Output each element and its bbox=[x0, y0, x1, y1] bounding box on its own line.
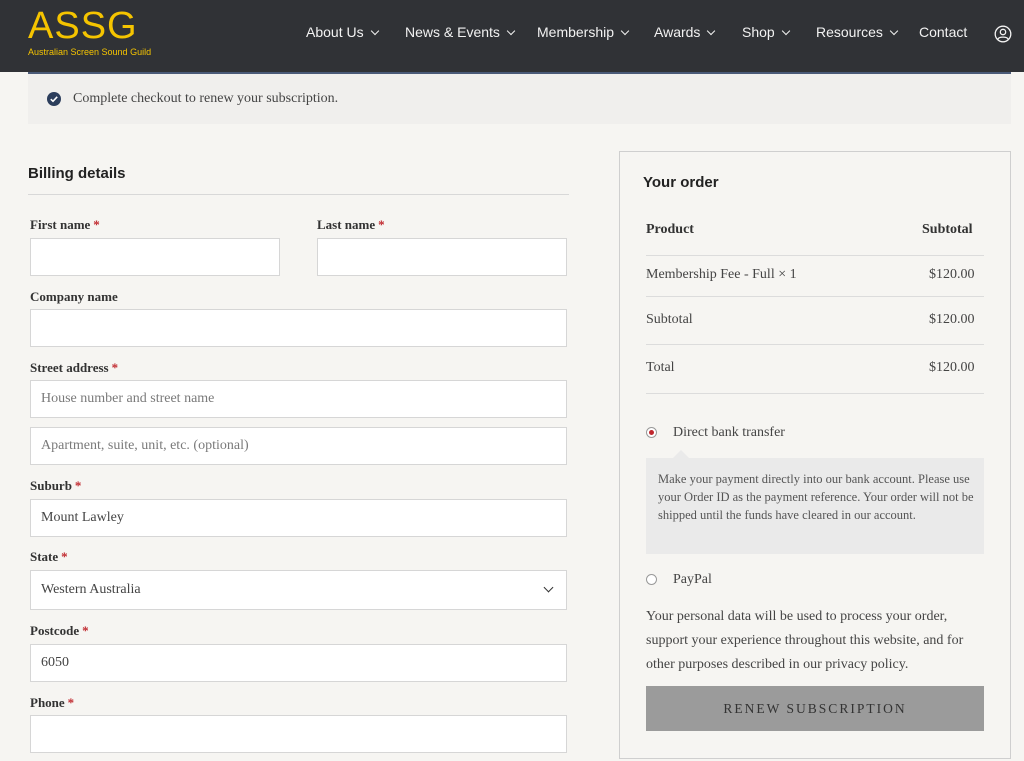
nav-item-about-us[interactable]: About Us bbox=[306, 24, 379, 40]
privacy-notice: Your personal data will be used to proce… bbox=[646, 605, 984, 677]
order-divider bbox=[646, 393, 984, 394]
chevron-down-icon bbox=[707, 26, 716, 36]
last-name-field[interactable] bbox=[317, 238, 567, 276]
order-item-price: $120.00 bbox=[929, 267, 975, 282]
order-title: Your order bbox=[643, 174, 719, 191]
state-label: State * bbox=[30, 549, 68, 565]
postcode-label: Postcode * bbox=[30, 623, 89, 639]
label-text: Street address bbox=[30, 360, 109, 375]
paypal-radio[interactable] bbox=[646, 574, 657, 585]
notice-text: Complete checkout to renew your subscrip… bbox=[73, 91, 339, 106]
label-text: Suburb bbox=[30, 478, 72, 493]
site-header: ASSG Australian Screen Sound Guild About… bbox=[0, 0, 1024, 72]
total-label: Total bbox=[646, 360, 675, 375]
bank-transfer-label[interactable]: Direct bank transfer bbox=[673, 425, 785, 441]
chevron-down-icon bbox=[620, 26, 630, 36]
company-name-label: Company name bbox=[30, 289, 118, 304]
label-text: Postcode bbox=[30, 623, 80, 638]
product-header: Product bbox=[646, 222, 694, 237]
site-logo[interactable]: ASSG Australian Screen Sound Guild bbox=[28, 6, 151, 57]
nav-label: Shop bbox=[742, 24, 775, 40]
phone-field[interactable] bbox=[30, 715, 567, 753]
nav-item-membership[interactable]: Membership bbox=[537, 24, 630, 40]
state-value: Western Australia bbox=[41, 582, 141, 597]
company-name-field[interactable] bbox=[30, 309, 567, 347]
logo-tagline: Australian Screen Sound Guild bbox=[28, 47, 152, 57]
nav-label: About Us bbox=[306, 24, 364, 40]
suburb-label: Suburb * bbox=[30, 478, 81, 494]
required-marker: * bbox=[82, 623, 89, 638]
bank-transfer-description: Make your payment directly into our bank… bbox=[646, 458, 984, 554]
nav-item-news-events[interactable]: News & Events bbox=[405, 24, 516, 40]
chevron-down-icon bbox=[506, 26, 516, 36]
check-circle-icon bbox=[47, 92, 61, 106]
street-placeholder: House number and street name bbox=[41, 391, 215, 406]
nav-item-shop[interactable]: Shop bbox=[742, 24, 790, 40]
order-divider bbox=[646, 255, 984, 256]
required-marker: * bbox=[378, 217, 385, 232]
required-marker: * bbox=[67, 695, 75, 710]
subtotal-value: $120.00 bbox=[929, 312, 975, 327]
privacy-text: Your personal data will be used to proce… bbox=[646, 609, 964, 672]
bank-transfer-radio[interactable] bbox=[646, 427, 657, 438]
first-name-field[interactable] bbox=[30, 238, 280, 276]
state-select[interactable]: Western Australia bbox=[30, 570, 567, 610]
order-item-name: Membership Fee - Full × 1 bbox=[646, 267, 797, 282]
total-value: $120.00 bbox=[929, 360, 975, 375]
bank-box-pointer bbox=[673, 450, 689, 458]
subtotal-label: Subtotal bbox=[646, 312, 693, 327]
required-marker: * bbox=[111, 360, 119, 375]
subtotal-header: Subtotal bbox=[922, 222, 973, 237]
chevron-down-icon bbox=[781, 26, 790, 36]
nav-item-contact[interactable]: Contact bbox=[919, 24, 967, 40]
nav-label: News & Events bbox=[405, 24, 500, 40]
order-divider bbox=[646, 296, 984, 297]
bank-transfer-text: Make your payment directly into our bank… bbox=[658, 472, 974, 522]
user-circle-icon[interactable] bbox=[994, 25, 1012, 43]
order-divider bbox=[646, 344, 984, 345]
required-marker: * bbox=[74, 478, 82, 493]
chevron-down-icon bbox=[889, 26, 899, 36]
postcode-field[interactable]: 6050 bbox=[30, 644, 567, 682]
chevron-down-icon bbox=[543, 582, 554, 593]
billing-title: Billing details bbox=[28, 165, 126, 182]
label-text: Last name bbox=[317, 217, 376, 232]
logo-text: ASSG bbox=[28, 5, 138, 47]
last-name-label: Last name * bbox=[317, 217, 385, 233]
nav-label: Resources bbox=[816, 24, 883, 40]
street-2-placeholder: Apartment, suite, unit, etc. (optional) bbox=[41, 438, 249, 453]
nav-label: Awards bbox=[654, 24, 701, 40]
required-marker: * bbox=[93, 217, 100, 232]
chevron-down-icon bbox=[370, 26, 379, 36]
phone-label: Phone * bbox=[30, 695, 74, 711]
label-text: State bbox=[30, 549, 59, 564]
suburb-field[interactable]: Mount Lawley bbox=[30, 499, 567, 537]
street-address-field[interactable]: House number and street name bbox=[30, 380, 567, 418]
nav-item-resources[interactable]: Resources bbox=[816, 24, 899, 40]
paypal-label[interactable]: PayPal bbox=[673, 572, 712, 588]
privacy-policy-link[interactable]: privacy policy bbox=[825, 657, 905, 672]
nav-label: Membership bbox=[537, 24, 615, 40]
renew-subscription-button[interactable]: RENEW SUBSCRIPTION bbox=[646, 686, 984, 731]
nav-item-awards[interactable]: Awards bbox=[654, 24, 716, 40]
billing-divider bbox=[28, 194, 569, 195]
required-marker: * bbox=[61, 549, 68, 564]
checkout-notice: Complete checkout to renew your subscrip… bbox=[28, 74, 1011, 124]
first-name-label: First name * bbox=[30, 217, 100, 233]
label-text: First name bbox=[30, 217, 91, 232]
privacy-end: . bbox=[904, 657, 909, 672]
nav-label: Contact bbox=[919, 24, 968, 40]
label-text: Phone bbox=[30, 695, 65, 710]
street-address-2-field[interactable]: Apartment, suite, unit, etc. (optional) bbox=[30, 427, 567, 465]
street-address-label: Street address * bbox=[30, 360, 118, 376]
